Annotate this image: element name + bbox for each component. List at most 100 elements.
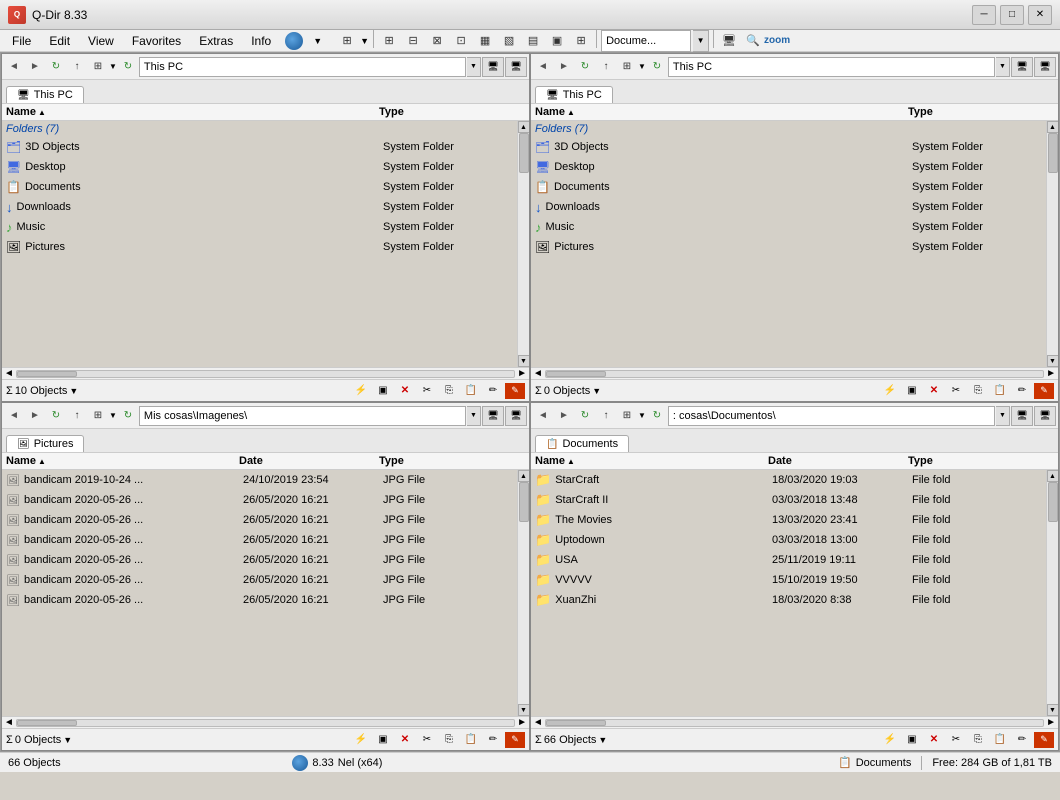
up-button-tr[interactable]: ↑ bbox=[596, 57, 616, 77]
scissors-icon-tr[interactable]: ✂ bbox=[946, 383, 966, 399]
addr-drop-bl[interactable]: ▼ bbox=[467, 406, 481, 426]
vscroll-bl[interactable]: ▲ ▼ bbox=[517, 470, 529, 716]
refresh2-br[interactable]: ↻ bbox=[647, 406, 667, 426]
table-row[interactable]: 🖼 bandicam 2020-05-26 ... 26/05/2020 16:… bbox=[2, 570, 517, 590]
lightning-icon-br[interactable]: ⚡ bbox=[880, 732, 900, 748]
menu-file[interactable]: File bbox=[4, 32, 39, 50]
scroll-up-tl[interactable]: ▲ bbox=[518, 121, 530, 133]
hscroll-thumb-bl[interactable] bbox=[17, 720, 77, 726]
back-button-br[interactable]: ◄ bbox=[533, 406, 553, 426]
pc-btn-br-2[interactable]: 🖥 bbox=[1034, 406, 1056, 426]
col-type-tl[interactable]: Type bbox=[379, 106, 509, 118]
table-row[interactable]: 🖼 bandicam 2020-05-26 ... 26/05/2020 16:… bbox=[2, 590, 517, 610]
forward-button-tl[interactable]: ► bbox=[25, 57, 45, 77]
file-list-tr[interactable]: 🗂 3D Objects System Folder 🖥 Desktop Sys… bbox=[531, 137, 1046, 257]
globe-icon[interactable] bbox=[285, 32, 303, 50]
scroll-down-tr[interactable]: ▼ bbox=[1047, 355, 1059, 367]
table-row[interactable]: ♪ Music System Folder bbox=[531, 217, 1046, 237]
delete-icon-bl[interactable]: ✕ bbox=[395, 732, 415, 748]
table-row[interactable]: ↓ Downloads System Folder bbox=[2, 197, 517, 217]
vscroll-br[interactable]: ▲ ▼ bbox=[1046, 470, 1058, 716]
scissors-icon-tl[interactable]: ✂ bbox=[417, 383, 437, 399]
copy-icon-tl[interactable]: ⎘ bbox=[439, 383, 459, 399]
red-edit-tl[interactable]: ✎ bbox=[505, 383, 525, 399]
pc-btn-tl-1[interactable]: 🖥 bbox=[482, 57, 504, 77]
edit-icon-bl[interactable]: ✏ bbox=[483, 732, 503, 748]
lightning-icon-tl[interactable]: ⚡ bbox=[351, 383, 371, 399]
hscroll-tr[interactable]: ◄ ► bbox=[531, 367, 1058, 379]
table-row[interactable]: 🖼 Pictures System Folder bbox=[2, 237, 517, 257]
lightning-icon-bl[interactable]: ⚡ bbox=[351, 732, 371, 748]
delete-icon-br[interactable]: ✕ bbox=[924, 732, 944, 748]
hscroll-left-br[interactable]: ◄ bbox=[533, 717, 543, 728]
col-name-tl[interactable]: Name ▲ bbox=[6, 106, 379, 118]
table-row[interactable]: 📁 StarCraft II 03/03/2018 13:48 File fol… bbox=[531, 490, 1046, 510]
hscroll-right-br[interactable]: ► bbox=[1046, 717, 1056, 728]
toolbar-icon-b[interactable]: 🔍 bbox=[742, 30, 764, 52]
edit-icon-tl[interactable]: ✏ bbox=[483, 383, 503, 399]
col-type-br[interactable]: Type bbox=[908, 455, 1038, 467]
objects-drop-br[interactable]: ▼ bbox=[598, 735, 607, 745]
addr-drop-tl[interactable]: ▼ bbox=[467, 57, 481, 77]
table-row[interactable]: 🖼 bandicam 2019-10-24 ... 24/10/2019 23:… bbox=[2, 470, 517, 490]
toolbar-dropdown-1[interactable]: ▼ bbox=[360, 30, 369, 52]
hscroll-right-bl[interactable]: ► bbox=[517, 717, 527, 728]
pc-btn-tr-1[interactable]: 🖥 bbox=[1011, 57, 1033, 77]
file-list-br[interactable]: 📁 StarCraft 18/03/2020 19:03 File fold 📁… bbox=[531, 470, 1046, 610]
window-icon-br[interactable]: ▣ bbox=[902, 732, 922, 748]
col-date-bl[interactable]: Date bbox=[239, 455, 379, 467]
scroll-down-tl[interactable]: ▼ bbox=[518, 355, 530, 367]
minimize-button[interactable]: ─ bbox=[972, 5, 996, 25]
addr-drop-br[interactable]: ▼ bbox=[996, 406, 1010, 426]
col-name-bl[interactable]: Name ▲ bbox=[6, 455, 239, 467]
table-row[interactable]: ♪ Music System Folder bbox=[2, 217, 517, 237]
scissors-icon-br[interactable]: ✂ bbox=[946, 732, 966, 748]
col-name-br[interactable]: Name ▲ bbox=[535, 455, 768, 467]
table-row[interactable]: 📁 StarCraft 18/03/2020 19:03 File fold bbox=[531, 470, 1046, 490]
up-button-br[interactable]: ↑ bbox=[596, 406, 616, 426]
paste-icon-br[interactable]: 📋 bbox=[990, 732, 1010, 748]
back-button-tl[interactable]: ◄ bbox=[4, 57, 24, 77]
pc-btn-tr-2[interactable]: 🖥 bbox=[1034, 57, 1056, 77]
paste-icon-tl[interactable]: 📋 bbox=[461, 383, 481, 399]
toolbar-icon-a[interactable]: 🖥 bbox=[718, 30, 740, 52]
table-row[interactable]: 🖼 bandicam 2020-05-26 ... 26/05/2020 16:… bbox=[2, 510, 517, 530]
copy-icon-br[interactable]: ⎘ bbox=[968, 732, 988, 748]
address-dropdown[interactable]: ▼ bbox=[693, 30, 709, 52]
window-icon-tl[interactable]: ▣ bbox=[373, 383, 393, 399]
maximize-button[interactable]: □ bbox=[1000, 5, 1024, 25]
copy-icon-bl[interactable]: ⎘ bbox=[439, 732, 459, 748]
menu-favorites[interactable]: Favorites bbox=[124, 32, 189, 50]
pc-btn-br-1[interactable]: 🖥 bbox=[1011, 406, 1033, 426]
table-row[interactable]: 📋 Documents System Folder bbox=[531, 177, 1046, 197]
red-edit-br[interactable]: ✎ bbox=[1034, 732, 1054, 748]
address-bar-tl[interactable]: This PC bbox=[139, 57, 466, 77]
file-list-tl[interactable]: 🗂 3D Objects System Folder 🖥 Desktop Sys… bbox=[2, 137, 517, 257]
col-name-tr[interactable]: Name ▲ bbox=[535, 106, 908, 118]
scissors-icon-bl[interactable]: ✂ bbox=[417, 732, 437, 748]
refresh-button-bl[interactable]: ↻ bbox=[46, 406, 66, 426]
scroll-down-br[interactable]: ▼ bbox=[1047, 704, 1059, 716]
edit-icon-br[interactable]: ✏ bbox=[1012, 732, 1032, 748]
hscroll-right-tl[interactable]: ► bbox=[517, 368, 527, 379]
vscroll-tl[interactable]: ▲ ▼ bbox=[517, 121, 529, 367]
toolbar-btn-2[interactable]: ⊟ bbox=[402, 30, 424, 52]
window-icon-tr[interactable]: ▣ bbox=[902, 383, 922, 399]
hscroll-tl[interactable]: ◄ ► bbox=[2, 367, 529, 379]
paste-icon-bl[interactable]: 📋 bbox=[461, 732, 481, 748]
refresh2-tl[interactable]: ↻ bbox=[118, 57, 138, 77]
file-list-bl[interactable]: 🖼 bandicam 2019-10-24 ... 24/10/2019 23:… bbox=[2, 470, 517, 610]
table-row[interactable]: 📁 VVVVV 15/10/2019 19:50 File fold bbox=[531, 570, 1046, 590]
lightning-icon-tr[interactable]: ⚡ bbox=[880, 383, 900, 399]
forward-button-tr[interactable]: ► bbox=[554, 57, 574, 77]
grid-dropdown-bl[interactable]: ▼ bbox=[109, 411, 117, 420]
hscroll-thumb-tr[interactable] bbox=[546, 371, 606, 377]
copy-icon-tr[interactable]: ⎘ bbox=[968, 383, 988, 399]
edit-icon-tr[interactable]: ✏ bbox=[1012, 383, 1032, 399]
table-row[interactable]: 🖼 bandicam 2020-05-26 ... 26/05/2020 16:… bbox=[2, 490, 517, 510]
table-row[interactable]: 🖼 Pictures System Folder bbox=[531, 237, 1046, 257]
menu-extras[interactable]: Extras bbox=[191, 32, 241, 50]
grid-btn-br[interactable]: ⊞ bbox=[617, 406, 637, 426]
close-button[interactable]: ✕ bbox=[1028, 5, 1052, 25]
toolbar-grid-icon[interactable]: ⊞ bbox=[336, 30, 358, 52]
